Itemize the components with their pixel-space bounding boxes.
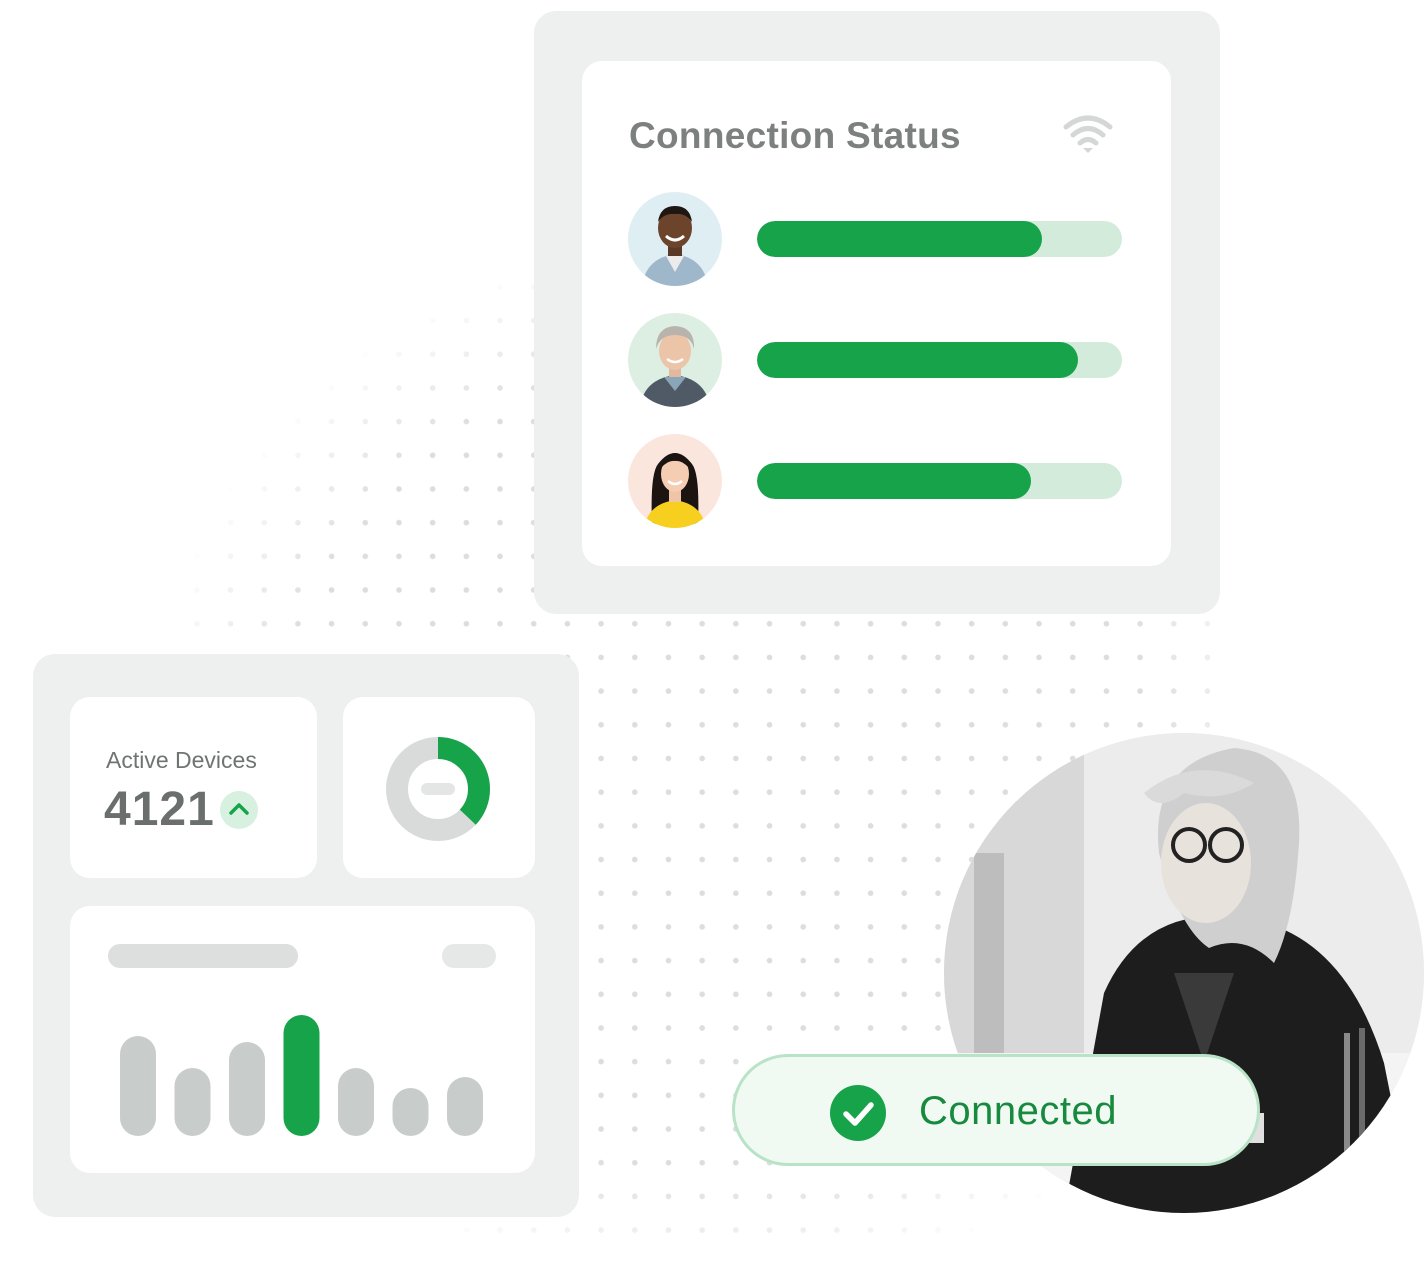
avatar-older-woman xyxy=(628,313,722,407)
donut-chart xyxy=(386,737,490,841)
chevron-up-icon xyxy=(220,791,258,829)
avatar-man-smiling xyxy=(628,192,722,286)
donut-center-placeholder xyxy=(421,783,455,795)
chart-bar xyxy=(338,1068,374,1136)
connection-bar-track xyxy=(757,342,1122,378)
active-devices-count: 4121 xyxy=(104,783,215,836)
connection-row xyxy=(628,192,1124,286)
chart-bar xyxy=(447,1077,483,1136)
connection-bar-fill xyxy=(757,221,1042,257)
bar-chart xyxy=(120,1015,483,1136)
active-devices-label: Active Devices xyxy=(106,747,257,773)
connection-status-card: Connection Status xyxy=(582,61,1171,566)
connection-bar-fill xyxy=(757,463,1031,499)
chart-bar xyxy=(174,1068,211,1136)
chart-bar xyxy=(229,1042,265,1136)
connected-label: Connected xyxy=(919,1089,1117,1133)
connection-row xyxy=(628,313,1124,407)
dashboard-panel: Active Devices 4121 xyxy=(33,654,579,1217)
donut-card xyxy=(343,697,535,878)
bar-chart-card xyxy=(70,906,535,1173)
chart-bar xyxy=(120,1036,156,1136)
connection-bar-track xyxy=(757,221,1122,257)
avatar-young-woman xyxy=(628,434,722,528)
chart-bar xyxy=(392,1088,429,1136)
connection-bar-track xyxy=(757,463,1122,499)
wifi-icon xyxy=(1063,115,1113,153)
connection-row xyxy=(628,434,1124,528)
connection-bar-fill xyxy=(757,342,1079,378)
connection-status-panel: Connection Status xyxy=(534,11,1220,614)
chart-bar xyxy=(283,1015,320,1136)
connected-status-badge: Connected xyxy=(732,1054,1260,1166)
active-devices-card: Active Devices 4121 xyxy=(70,697,317,878)
check-circle-icon xyxy=(830,1085,886,1141)
connection-status-title: Connection Status xyxy=(629,115,961,156)
